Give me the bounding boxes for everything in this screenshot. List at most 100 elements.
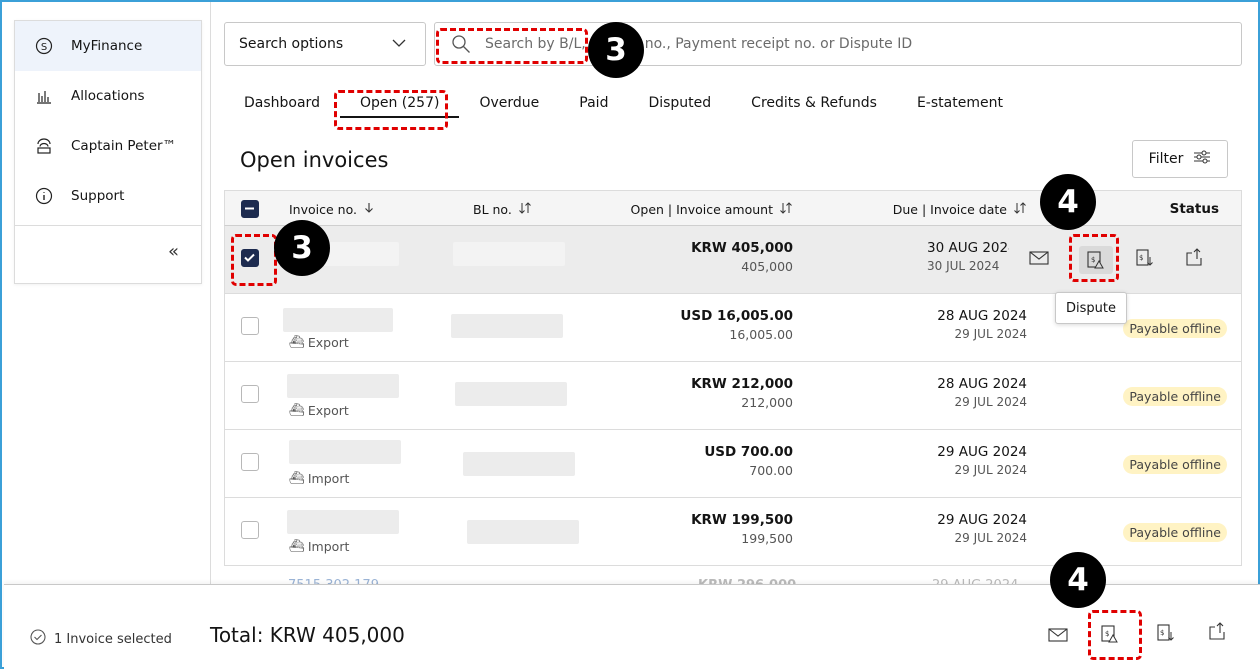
- search-options-label: Search options: [239, 36, 344, 52]
- tab-e-statement[interactable]: E-statement: [897, 88, 1023, 118]
- header-due[interactable]: Due | Invoice date: [893, 191, 1027, 227]
- due-date: 28 AUG 2024: [937, 308, 1027, 324]
- download-invoice-icon[interactable]: $: [1156, 623, 1174, 647]
- bar-chart-icon: [35, 87, 53, 105]
- due-date: 29 AUG 2024: [937, 444, 1027, 460]
- info-icon: [35, 187, 53, 205]
- tab-paid[interactable]: Paid: [559, 88, 628, 118]
- redacted-invoice-no: [283, 308, 393, 332]
- sidebar-item-myfinance[interactable]: S MyFinance: [15, 21, 201, 71]
- captain-peter-icon: [35, 137, 53, 155]
- amount-cell: USD 16,005.00 16,005.00: [680, 308, 793, 342]
- tab-overdue[interactable]: Overdue: [459, 88, 559, 118]
- invoice-date: 30 JUL 2024: [927, 259, 1000, 273]
- step-marker: 4: [1040, 174, 1096, 230]
- amount-cell: KRW 405,000 405,000: [691, 240, 793, 274]
- header-bl-no[interactable]: BL no.: [473, 191, 532, 227]
- row-checkbox[interactable]: [241, 317, 259, 335]
- open-amount: USD 16,005.00: [680, 308, 793, 324]
- due-date: 30 AUG 2024: [927, 240, 1009, 256]
- sidebar-item-captain-peter[interactable]: Captain Peter™: [15, 121, 201, 171]
- header-status: Status: [1169, 201, 1219, 217]
- tab-disputed[interactable]: Disputed: [628, 88, 731, 118]
- step-marker: 4: [1050, 552, 1106, 608]
- ship-icon: ⛴: [289, 538, 305, 553]
- selection-count-label: 1 Invoice selected: [54, 631, 172, 647]
- collapse-sidebar-button[interactable]: «: [168, 243, 179, 261]
- search-options-dropdown[interactable]: Search options: [224, 22, 426, 66]
- sidebar-item-label: MyFinance: [71, 38, 143, 54]
- redacted-bl-no: [455, 382, 567, 406]
- due-cell: 30 AUG 2024 30 JUL 2024: [927, 240, 1009, 273]
- highlight-open-tab: [334, 90, 448, 130]
- status-badge: Payable offline: [1123, 387, 1227, 406]
- highlight-search-field: [436, 28, 588, 64]
- mail-icon[interactable]: [1029, 250, 1049, 270]
- redacted-invoice-no: [287, 510, 399, 534]
- selection-count: 1 Invoice selected: [30, 629, 172, 649]
- total-amount: Total: KRW 405,000: [210, 623, 405, 647]
- status-badge: Payable offline: [1123, 523, 1227, 542]
- due-cell: 29 AUG 2024 29 JUL 2024: [937, 512, 1027, 545]
- invoice-date: 29 JUL 2024: [954, 531, 1027, 545]
- due-date: 29 AUG 2024: [937, 512, 1027, 528]
- share-icon[interactable]: [1185, 247, 1205, 271]
- tag-label: Export: [307, 334, 349, 350]
- sidebar-item-support[interactable]: Support: [15, 171, 201, 221]
- highlight-dispute-footer: [1088, 610, 1142, 660]
- step-marker: 3: [588, 22, 644, 78]
- highlight-dispute-row: [1069, 234, 1119, 282]
- sort-icon: [1013, 201, 1027, 218]
- due-cell: 28 AUG 2024 29 JUL 2024: [937, 308, 1027, 341]
- sidebar-item-label: Captain Peter™: [71, 138, 177, 154]
- due-cell: 29 AUG 2024 29 JUL 2024: [937, 444, 1027, 477]
- header-label: Invoice no.: [289, 201, 357, 217]
- due-cell: 28 AUG 2024 29 JUL 2024: [937, 376, 1027, 409]
- header-label: Open | Invoice amount: [630, 201, 773, 217]
- header-label: Due | Invoice date: [892, 201, 1007, 217]
- sidebar-separator: [210, 2, 211, 584]
- row-checkbox[interactable]: [241, 521, 259, 539]
- tag-label: Export: [307, 402, 349, 418]
- chevron-down-icon: [391, 35, 407, 55]
- ship-icon: ⛴: [289, 402, 305, 417]
- amount-cell: KRW 199,500 199,500: [691, 512, 793, 546]
- table-row[interactable]: ⛴ Export KRW 212,000 212,000 28 AUG 2024 …: [224, 362, 1242, 430]
- row-checkbox[interactable]: [241, 453, 259, 471]
- invoice-amount: 212,000: [741, 395, 793, 410]
- redacted-bl-no: [451, 314, 563, 338]
- page-title: Open invoices: [240, 148, 389, 172]
- tag-import: ⛴ Import: [289, 538, 349, 554]
- sliders-icon: [1193, 149, 1211, 169]
- tab-dashboard[interactable]: Dashboard: [224, 88, 340, 118]
- ship-icon: ⛴: [289, 334, 305, 349]
- redacted-bl-no: [467, 520, 579, 544]
- redacted-invoice-no: [287, 374, 399, 398]
- ship-icon: ⛴: [289, 470, 305, 485]
- open-amount: KRW 212,000: [691, 376, 793, 392]
- row-checkbox[interactable]: [241, 385, 259, 403]
- tab-credits-refunds[interactable]: Credits & Refunds: [731, 88, 897, 118]
- sidebar-item-allocations[interactable]: Allocations: [15, 71, 201, 121]
- filter-label: Filter: [1148, 151, 1184, 167]
- tag-label: Import: [307, 470, 350, 486]
- select-all-checkbox[interactable]: [241, 200, 259, 218]
- arrow-down-icon: [363, 202, 375, 217]
- app-frame: S MyFinance Allocations Captain Peter™ S…: [0, 0, 1260, 669]
- mail-icon[interactable]: [1048, 627, 1068, 647]
- check-circle-icon: [30, 629, 46, 649]
- open-amount: USD 700.00: [704, 444, 793, 460]
- table-row[interactable]: ⛴ Import USD 700.00 700.00 29 AUG 2024 29…: [224, 430, 1242, 498]
- filter-button[interactable]: Filter: [1132, 140, 1228, 178]
- open-amount: KRW 405,000: [691, 240, 793, 256]
- amount-cell: KRW 212,000 212,000: [691, 376, 793, 410]
- header-label: BL no.: [473, 201, 512, 217]
- step-marker: 3: [274, 220, 330, 276]
- share-icon[interactable]: [1208, 621, 1228, 645]
- sidebar-item-label: Support: [71, 188, 125, 204]
- header-amount[interactable]: Open | Invoice amount: [631, 191, 793, 227]
- tag-label: Import: [307, 538, 350, 554]
- download-invoice-icon[interactable]: $: [1135, 248, 1153, 272]
- tag-export: ⛴ Export: [289, 334, 349, 350]
- tag-export: ⛴ Export: [289, 402, 349, 418]
